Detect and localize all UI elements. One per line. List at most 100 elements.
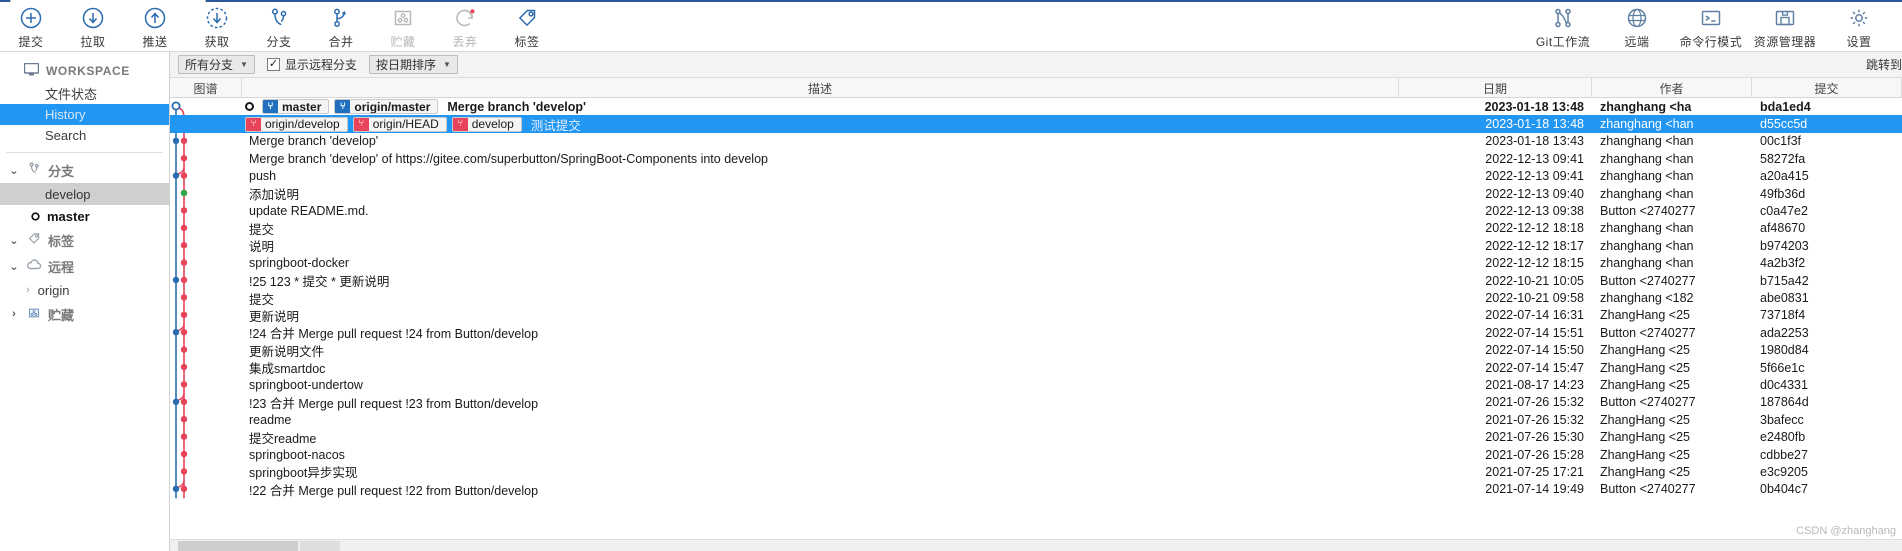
description-cell: 提交: [242, 220, 1399, 237]
branch-badge[interactable]: ⑂ origin/HEAD: [352, 116, 447, 132]
graph-cell: [170, 220, 242, 237]
chevron-right-icon[interactable]: ›: [8, 308, 20, 320]
toolbar-button-branch[interactable]: 分支: [248, 2, 310, 50]
history-panel: 所有分支 ▼ ✓ 显示远程分支 按日期排序 ▼ 跳转到 图谱 描述 日期 作者 …: [170, 52, 1902, 551]
sidebar-branch-master[interactable]: master: [0, 205, 169, 227]
scrollbar-thumb[interactable]: [178, 541, 298, 551]
toolbar-button-gear[interactable]: 设置: [1822, 2, 1896, 50]
toolbar-button-gitflow[interactable]: Git工作流: [1526, 2, 1600, 50]
table-row[interactable]: 更新说明文件 2022-07-14 15:50 ZhangHang <25 1980d…: [170, 341, 1902, 359]
table-row[interactable]: 集成smartdoc 2022-07-14 15:47 ZhangHang <25 5…: [170, 359, 1902, 377]
jump-to-label[interactable]: 跳转到: [1866, 56, 1902, 73]
branch-badge[interactable]: ⑂ origin/develop: [245, 116, 348, 132]
toolbar-button-fetch-dashed-arrow[interactable]: 获取: [186, 2, 248, 50]
toolbar-button-stash[interactable]: 贮藏: [372, 2, 434, 50]
table-row[interactable]: Merge branch 'develop' 2023-01-18 13:43 zh…: [170, 133, 1902, 150]
description-cell: Merge branch 'develop': [242, 133, 1399, 150]
author-cell: ZhangHang <25: [1600, 412, 1691, 427]
table-row[interactable]: 更新说明 2022-07-14 16:31 ZhangHang <25 73718f4: [170, 307, 1902, 324]
sort-mode-value: 按日期排序: [375, 58, 436, 72]
table-row[interactable]: !24 合并 Merge pull request !24 from Butto…: [170, 324, 1902, 342]
commit-message: 提交readme: [249, 431, 317, 446]
table-row[interactable]: 提交 2022-12-12 18:18 zhanghang <han af48670: [170, 220, 1902, 237]
commit-message: 添加说明: [249, 188, 300, 203]
table-row[interactable]: springboot-nacos 2021-07-26 15:28 ZhangHan…: [170, 446, 1902, 463]
graph-cell: [170, 481, 242, 498]
graph-cell: [170, 324, 242, 341]
description-cell: Merge branch 'develop' of https://gitee.…: [242, 150, 1399, 167]
graph-cell: [170, 133, 242, 150]
table-row[interactable]: push 2022-12-13 09:41 zhanghang <han a20a41…: [170, 168, 1902, 185]
toolbar-left-group: 提交 拉取 推送 获取 分支 合并 贮藏 丢弃 标签: [0, 2, 558, 50]
show-remote-branches-checkbox[interactable]: ✓ 显示远程分支: [266, 56, 357, 73]
table-row[interactable]: springboot-docker 2022-12-12 18:15 zhangha…: [170, 255, 1902, 272]
chevron-down-icon[interactable]: ⌄: [8, 164, 20, 177]
sidebar-remote-origin[interactable]: › origin: [0, 279, 169, 301]
chevron-down-icon[interactable]: ⌄: [8, 234, 20, 247]
table-row[interactable]: 说明 2022-12-12 18:17 zhanghang <han b974203: [170, 237, 1902, 255]
commit-hash-cell: c0a47e2: [1760, 204, 1808, 219]
chevron-down-icon[interactable]: ⌄: [8, 260, 20, 273]
chevron-right-icon[interactable]: ›: [26, 284, 30, 296]
table-row[interactable]: 提交 2022-10-21 09:58 zhanghang <182 abe0831: [170, 289, 1902, 307]
toolbar-button-merge[interactable]: 合并: [310, 2, 372, 50]
branch-badge[interactable]: ⑂ origin/master: [334, 99, 439, 115]
table-row[interactable]: update README.md. 2022-12-13 09:38 Button …: [170, 202, 1902, 219]
toolbar-button-terminal[interactable]: 命令行模式: [1674, 2, 1748, 50]
sidebar-group-tag[interactable]: ⌄ 标签: [0, 227, 169, 253]
sort-mode-dropdown[interactable]: 按日期排序 ▼: [368, 55, 458, 74]
toolbar-button-globe[interactable]: 远端: [1600, 2, 1674, 50]
table-row[interactable]: springboot-undertow 2021-08-17 14:23 Zhang…: [170, 376, 1902, 393]
sidebar-branch-develop[interactable]: develop: [0, 183, 169, 205]
branch-filter-dropdown[interactable]: 所有分支 ▼: [178, 55, 255, 74]
column-header-author[interactable]: 作者: [1592, 78, 1752, 98]
horizontal-scrollbar[interactable]: [170, 539, 1902, 551]
graph-cell: [170, 289, 242, 306]
branch-badge[interactable]: ⑂ develop: [451, 116, 522, 132]
branch-badge[interactable]: ⑂ master: [262, 99, 330, 115]
column-header-graph[interactable]: 图谱: [170, 78, 242, 98]
sidebar-group-stash[interactable]: › 贮藏: [0, 301, 169, 327]
workspace-header: WORKSPACE: [0, 59, 169, 83]
table-row[interactable]: 提交readme 2021-07-26 15:30 ZhangHang <25 e24…: [170, 428, 1902, 446]
toolbar-button-pull-down-arrow[interactable]: 拉取: [62, 2, 124, 50]
chevron-down-icon: ▼: [442, 60, 451, 69]
sidebar-group-cloud[interactable]: ⌄ 远程: [0, 253, 169, 279]
graph-cell: [170, 446, 242, 463]
toolbar-button-commit-plus[interactable]: 提交: [0, 2, 62, 50]
date-cell: 2022-12-12 18:18: [1485, 221, 1584, 236]
column-header-commit[interactable]: 提交: [1752, 78, 1902, 98]
sidebar-group-branch[interactable]: ⌄ 分支: [0, 157, 169, 183]
gitflow-icon: [1551, 6, 1575, 30]
table-row[interactable]: readme 2021-07-26 15:32 ZhangHang <25 3bafe…: [170, 411, 1902, 428]
column-header-date[interactable]: 日期: [1399, 78, 1592, 98]
date-cell: 2022-07-14 16:31: [1485, 308, 1584, 323]
table-row[interactable]: !23 合并 Merge pull request !23 from Butto…: [170, 394, 1902, 411]
sidebar-item-文件状态[interactable]: 文件状态: [0, 83, 169, 104]
folder-explorer-icon: [1773, 6, 1797, 30]
toolbar-button-push-up-arrow[interactable]: 推送: [124, 2, 186, 50]
commit-message: 更新说明文件: [249, 344, 325, 359]
author-cell: Button <2740277: [1600, 395, 1696, 410]
table-row[interactable]: 添加说明 2022-12-13 09:40 zhanghang <han 49fb36…: [170, 185, 1902, 203]
table-row[interactable]: !22 合并 Merge pull request !22 from Butto…: [170, 481, 1902, 498]
toolbar-button-tag[interactable]: 标签: [496, 2, 558, 50]
cloud-icon: [26, 258, 42, 274]
table-row[interactable]: springboot异步实现 2021-07-25 17:21 ZhangHang …: [170, 463, 1902, 481]
graph-cell: [170, 237, 242, 254]
push-up-arrow-icon: [143, 6, 167, 30]
commit-message: springboot-nacos: [249, 447, 345, 462]
toolbar-button-folder-explorer[interactable]: 资源管理器: [1748, 2, 1822, 50]
table-row[interactable]: ⑂ master ⑂ origin/master Merge branch 'devel…: [170, 98, 1902, 115]
toolbar-button-discard-refresh[interactable]: 丢弃: [434, 2, 496, 50]
table-row[interactable]: ⑂ origin/develop ⑂ origin/HEAD ⑂ develop 测试提交 2…: [170, 115, 1902, 133]
sidebar-item-history[interactable]: History: [0, 104, 169, 125]
scrollbar-thumb-secondary[interactable]: [300, 541, 340, 551]
description-cell: ⑂ master ⑂ origin/master Merge branch 'devel…: [242, 98, 1399, 115]
table-row[interactable]: Merge branch 'develop' of https://gitee.…: [170, 150, 1902, 167]
date-cell: 2021-07-26 15:32: [1485, 395, 1584, 410]
column-header-description[interactable]: 描述: [242, 78, 1399, 98]
sidebar-item-search[interactable]: Search: [0, 125, 169, 146]
table-row[interactable]: !25 123 * 提交 * 更新说明 2022-10-21 10:05 Butto…: [170, 272, 1902, 290]
date-cell: 2022-12-13 09:40: [1485, 186, 1584, 201]
